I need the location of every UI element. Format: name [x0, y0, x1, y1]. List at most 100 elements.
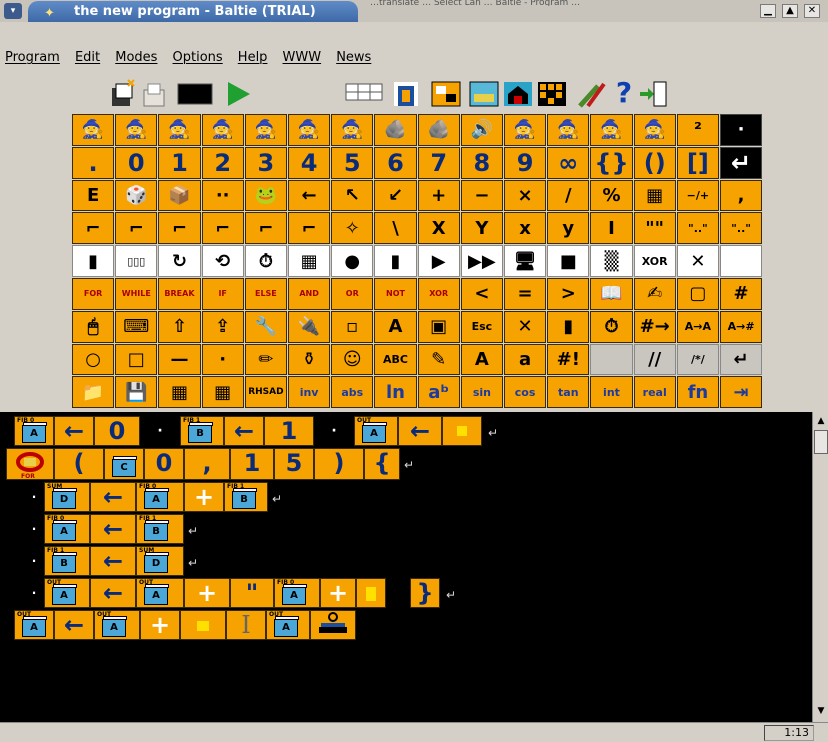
window-menu-button[interactable]: ▾ [4, 3, 22, 19]
palette-cell[interactable]: ∞ [547, 146, 590, 179]
palette-cell[interactable]: −/+ [676, 179, 719, 212]
palette-cell[interactable]: ▒ [590, 245, 633, 277]
var-out[interactable]: OUT A [94, 610, 140, 640]
pattern-icon[interactable] [536, 78, 568, 110]
close-button[interactable]: ✕ [804, 4, 820, 18]
palette-cell[interactable]: 🖱 [72, 310, 115, 343]
assign-arrow[interactable]: ← [398, 416, 442, 446]
palette-cell[interactable]: #→ [633, 310, 676, 343]
lbrace[interactable]: { [364, 448, 400, 480]
palette-cell[interactable]: ○ [72, 343, 115, 376]
palette-cell[interactable]: ✕ [504, 310, 547, 343]
var-out[interactable]: OUT A [14, 610, 54, 640]
palette-cell[interactable]: 🖥 [504, 245, 547, 277]
var-out[interactable]: OUT A [266, 610, 310, 640]
palette-cell[interactable]: 0 [115, 146, 158, 179]
program-editor[interactable]: FIB 0 A ← 0 · FIB 1 B ← 1 · OUT A ← ↵ FO… [0, 412, 812, 722]
palette-cell[interactable]: ⟲ [201, 245, 244, 277]
palette-cell[interactable]: ✕ [676, 245, 719, 277]
palette-cell[interactable]: ● [331, 245, 374, 277]
palette-cell[interactable]: 🧙 [590, 114, 633, 146]
palette-cell[interactable]: abs [331, 376, 374, 409]
palette-cell[interactable]: () [633, 146, 676, 179]
literal-one[interactable]: 1 [230, 448, 274, 480]
palette-cell[interactable]: {} [590, 146, 633, 179]
quote[interactable]: " [230, 578, 274, 608]
palette-cell[interactable]: 4 [288, 146, 331, 179]
palette-cell[interactable]: 🔊 [460, 114, 503, 146]
assign-arrow[interactable]: ← [54, 610, 94, 640]
palette-cell[interactable]: 📦 [158, 179, 201, 212]
palette-cell[interactable]: 🧙 [201, 114, 244, 146]
palette-cell[interactable]: 🧙 [504, 114, 547, 146]
rparen[interactable]: ) [314, 448, 364, 480]
palette-cell[interactable]: 5 [331, 146, 374, 179]
palette-cell[interactable]: X [417, 212, 460, 245]
palette-cell[interactable]: 🔌 [288, 310, 331, 343]
literal-space[interactable] [356, 578, 386, 608]
palette-cell[interactable]: ↻ [158, 245, 201, 277]
palette-cell[interactable]: RHSAD [244, 376, 287, 409]
house-icon[interactable] [502, 78, 534, 110]
palette-cell[interactable]: × [504, 179, 547, 212]
palette-cell[interactable]: 📁 [72, 376, 115, 409]
palette-cell[interactable]: ⌐ [72, 212, 115, 245]
palette-cell[interactable]: fn [676, 376, 719, 409]
menu-program[interactable]: Program [0, 48, 65, 68]
palette-cell[interactable]: 🧙 [547, 114, 590, 146]
palette-cell[interactable]: ▯▯▯ [115, 245, 158, 277]
exit-icon[interactable] [636, 78, 668, 110]
palette-cell[interactable]: ■ [547, 245, 590, 277]
palette-cell[interactable]: ² [676, 114, 719, 146]
var-fib1[interactable]: FIB 1 B [136, 514, 184, 544]
palette-cell[interactable]: I [590, 212, 633, 245]
paint-icon[interactable] [576, 78, 608, 110]
literal-five[interactable]: 5 [274, 448, 314, 480]
palette-cell[interactable]: "" [633, 212, 676, 245]
palette-cell[interactable]: 6 [374, 146, 417, 179]
scene-icon[interactable] [468, 78, 500, 110]
palette-cell[interactable]: ▫ [331, 310, 374, 343]
palette-cell[interactable]: ".." [676, 212, 719, 245]
palette-cell[interactable]: Esc [460, 310, 503, 343]
literal-one[interactable]: 1 [264, 416, 314, 446]
palette-cell[interactable]: cos [504, 376, 547, 409]
palette-cell[interactable]: Y [460, 212, 503, 245]
text-cursor-icon[interactable]: I [226, 610, 266, 640]
for-command[interactable]: FOR [6, 448, 54, 480]
palette-cell[interactable]: = [504, 278, 547, 310]
palette-cell[interactable]: 🔧 [244, 310, 287, 343]
palette-cell[interactable]: \ [374, 212, 417, 245]
palette-cell[interactable]: ↙ [374, 179, 417, 212]
var-sum[interactable]: SUM D [44, 482, 90, 512]
palette-cell[interactable]: ⌐ [244, 212, 287, 245]
literal-space[interactable] [442, 416, 482, 446]
palette-cell[interactable]: ☺ [331, 343, 374, 376]
literal-zero[interactable]: 0 [94, 416, 140, 446]
var-fib0[interactable]: FIB 0 A [274, 578, 320, 608]
var-out[interactable]: OUT A [44, 578, 90, 608]
palette-cell[interactable]: 2 [201, 146, 244, 179]
run-button[interactable] [222, 78, 254, 110]
palette-cell[interactable]: 🧙 [115, 114, 158, 146]
window-title-tab[interactable]: ✦ the new program - Baltie (TRIAL) [28, 1, 358, 22]
plus[interactable]: + [140, 610, 180, 640]
palette-cell[interactable]: 9 [504, 146, 547, 179]
palette-cell[interactable]: — [158, 343, 201, 376]
assign-arrow[interactable]: ← [90, 546, 136, 576]
palette-cell[interactable]: AND [288, 278, 331, 310]
palette-cell[interactable]: ▶▶ [460, 245, 503, 277]
rbrace[interactable]: } [410, 578, 440, 608]
palette-cell[interactable]: 8 [460, 146, 503, 179]
palette-cell[interactable]: ⌐ [201, 212, 244, 245]
palette-cell[interactable]: OR [331, 278, 374, 310]
plus[interactable]: + [320, 578, 356, 608]
palette-cell[interactable]: ⏱ [244, 245, 287, 277]
palette-cell[interactable]: 🐸 [244, 179, 287, 212]
literal-zero[interactable]: 0 [144, 448, 184, 480]
palette-cell[interactable]: ▦ [633, 179, 676, 212]
palette-cell[interactable]: ✧ [331, 212, 374, 245]
assign-arrow[interactable]: ← [54, 416, 94, 446]
palette-cell[interactable]: 🧙 [244, 114, 287, 146]
palette-cell[interactable]: ✍ [633, 278, 676, 310]
